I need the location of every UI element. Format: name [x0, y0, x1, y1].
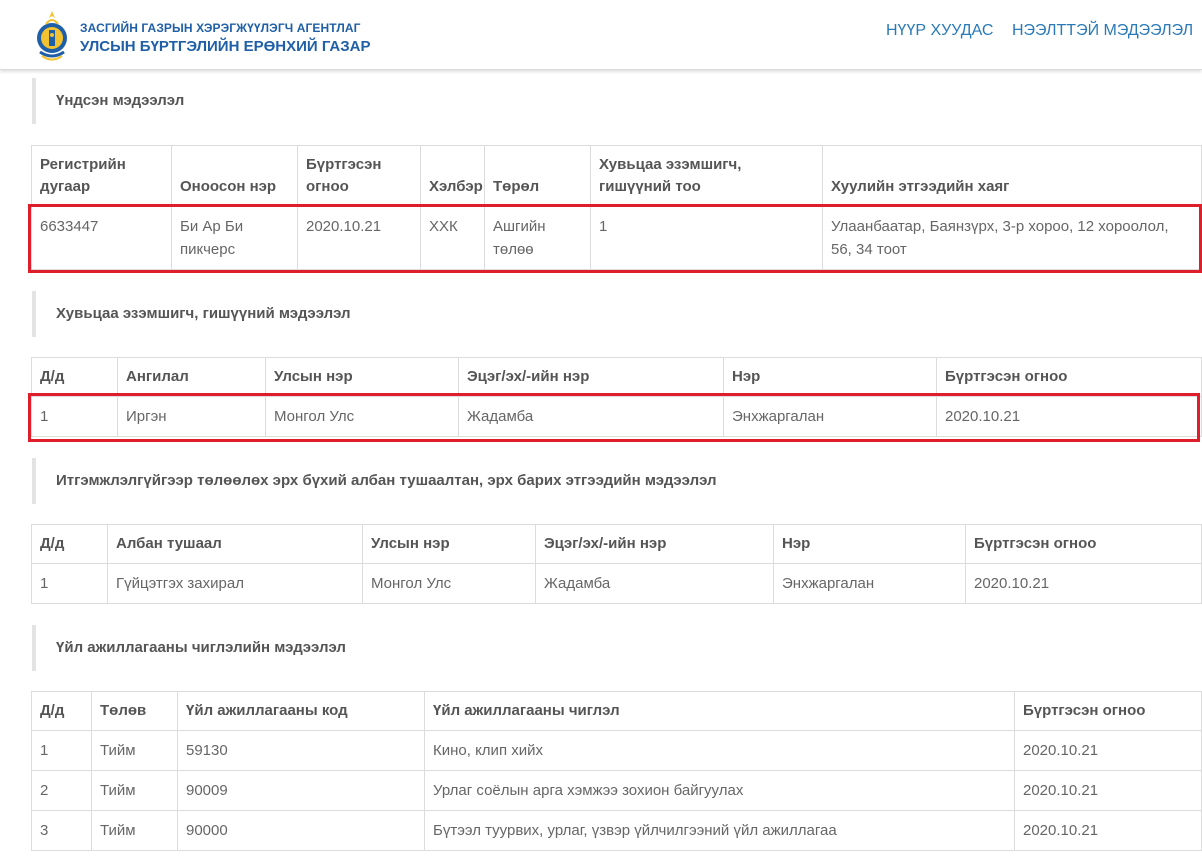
section-title-shareholders: Хувьцаа эзэмшигч, гишүүний мэдээлэл: [32, 291, 1200, 337]
col-header-given-name: Нэр: [723, 357, 937, 397]
cell-type: Ашгийн төлөө: [484, 206, 591, 270]
table-header-row: Регистрийн дугаар Оноосон нэр Бүртгэсэн …: [31, 145, 1202, 207]
col-header-reg-date: Бүртгэсэн огноо: [965, 524, 1202, 564]
cell-activity: Бүтээл туурвих, урлаг, үзвэр үйлчилгээни…: [424, 810, 1015, 851]
col-header-reg-number: Регистрийн дугаар: [31, 145, 172, 207]
nav-home-link[interactable]: НҮҮР ХУУДАС: [886, 22, 993, 40]
cell-parent-name: Жадамба: [535, 563, 774, 604]
cell-given-name: Энхжаргалан: [773, 563, 966, 604]
col-header-activity-code: Үйл ажиллагааны код: [177, 691, 425, 731]
col-header-reg-date: Бүртгэсэн огноо: [936, 357, 1202, 397]
cell-status: Тийм: [91, 810, 178, 851]
cell-reg-date: 2020.10.21: [1014, 810, 1202, 851]
cell-address: Улаанбаатар, Баянзүрх, 3-р хороо, 12 хор…: [822, 206, 1202, 270]
state-emblem-logo[interactable]: [34, 8, 70, 62]
col-header-country: Улсын нэр: [362, 524, 536, 564]
cell-reg-date: 2020.10.21: [1014, 770, 1202, 811]
section-title-basic: Үндсэн мэдээлэл: [32, 78, 1200, 124]
col-header-form: Хэлбэр: [420, 145, 485, 207]
col-header-parent-name: Эцэг/эх/-ийн нэр: [458, 357, 724, 397]
cell-category: Иргэн: [117, 396, 266, 437]
section-title-officials: Итгэмжлэлгүйгээр төлөөлөх эрх бүхий алба…: [32, 458, 1200, 504]
shareholders-table: Д/д Ангилал Улсын нэр Эцэг/эх/-ийн нэр Н…: [31, 357, 1202, 437]
site-header: ЗАСГИЙН ГАЗРЫН ХЭРЭГЖҮҮЛЭГЧ АГЕНТЛАГ УЛС…: [0, 0, 1202, 70]
cell-reg-date: 2020.10.21: [1014, 730, 1202, 771]
cell-shareholder-count: 1: [590, 206, 823, 270]
cell-status: Тийм: [91, 770, 178, 811]
col-header-category: Ангилал: [117, 357, 266, 397]
cell-activity-code: 90000: [177, 810, 425, 851]
col-header-activity: Үйл ажиллагааны чиглэл: [424, 691, 1015, 731]
table-row: 1 Тийм 59130 Кино, клип хийх 2020.10.21: [31, 730, 1202, 771]
col-header-parent-name: Эцэг/эх/-ийн нэр: [535, 524, 774, 564]
org-subtitle: ЗАСГИЙН ГАЗРЫН ХЭРЭГЖҮҮЛЭГЧ АГЕНТЛАГ: [80, 21, 361, 35]
cell-reg-date: 2020.10.21: [297, 206, 421, 270]
cell-activity: Кино, клип хийх: [424, 730, 1015, 771]
cell-activity: Урлаг соёлын арга хэмжээ зохион байгуула…: [424, 770, 1015, 811]
cell-status: Тийм: [91, 730, 178, 771]
table-header-row: Д/д Албан тушаал Улсын нэр Эцэг/эх/-ийн …: [31, 524, 1202, 564]
cell-reg-number: 6633447: [31, 206, 172, 270]
cell-name: Би Ар Би пикчерс: [171, 206, 298, 270]
org-title: УЛСЫН БҮРТГЭЛИЙН ЕРӨНХИЙ ГАЗАР: [80, 38, 371, 55]
cell-reg-date: 2020.10.21: [965, 563, 1202, 604]
col-header-type: Төрөл: [484, 145, 591, 207]
table-row: 3 Тийм 90000 Бүтээл туурвих, урлаг, үзвэ…: [31, 810, 1202, 851]
table-row: 6633447 Би Ар Би пикчерс 2020.10.21 ХХК …: [31, 206, 1202, 270]
col-header-index: Д/д: [31, 357, 118, 397]
table-header-row: Д/д Ангилал Улсын нэр Эцэг/эх/-ийн нэр Н…: [31, 357, 1202, 397]
cell-index: 1: [31, 563, 108, 604]
col-header-address: Хуулийн этгээдийн хаяг: [822, 145, 1202, 207]
cell-index: 3: [31, 810, 92, 851]
cell-form: ХХК: [420, 206, 485, 270]
cell-position: Гүйцэтгэх захирал: [107, 563, 363, 604]
table-header-row: Д/д Төлөв Үйл ажиллагааны код Үйл ажилла…: [31, 691, 1202, 731]
col-header-country: Улсын нэр: [265, 357, 459, 397]
activities-table: Д/д Төлөв Үйл ажиллагааны код Үйл ажилла…: [31, 691, 1202, 851]
table-row: 2 Тийм 90009 Урлаг соёлын арга хэмжээ зо…: [31, 770, 1202, 811]
cell-index: 2: [31, 770, 92, 811]
cell-index: 1: [31, 730, 92, 771]
table-row: 1 Гүйцэтгэх захирал Монгол Улс Жадамба Э…: [31, 563, 1202, 604]
section-title-activities: Үйл ажиллагааны чиглэлийн мэдээлэл: [32, 625, 1200, 671]
cell-country: Монгол Улс: [265, 396, 459, 437]
cell-activity-code: 90009: [177, 770, 425, 811]
col-header-given-name: Нэр: [773, 524, 966, 564]
col-header-index: Д/д: [31, 691, 92, 731]
col-header-index: Д/д: [31, 524, 108, 564]
col-header-shareholder-count: Хувьцаа эзэмшигч, гишүүний тоо: [590, 145, 823, 207]
table-row: 1 Иргэн Монгол Улс Жадамба Энхжаргалан 2…: [31, 396, 1202, 437]
cell-activity-code: 59130: [177, 730, 425, 771]
cell-given-name: Энхжаргалан: [723, 396, 937, 437]
cell-parent-name: Жадамба: [458, 396, 724, 437]
cell-index: 1: [31, 396, 118, 437]
col-header-status: Төлөв: [91, 691, 178, 731]
basic-info-table: Регистрийн дугаар Оноосон нэр Бүртгэсэн …: [31, 145, 1202, 270]
col-header-name: Оноосон нэр: [171, 145, 298, 207]
col-header-reg-date: Бүртгэсэн огноо: [297, 145, 421, 207]
cell-country: Монгол Улс: [362, 563, 536, 604]
col-header-position: Албан тушаал: [107, 524, 363, 564]
cell-reg-date: 2020.10.21: [936, 396, 1202, 437]
nav-open-info-link[interactable]: НЭЭЛТТЭЙ МЭДЭЭЛЭЛ: [1012, 22, 1193, 40]
col-header-reg-date: Бүртгэсэн огноо: [1014, 691, 1202, 731]
officials-table: Д/д Албан тушаал Улсын нэр Эцэг/эх/-ийн …: [31, 524, 1202, 604]
